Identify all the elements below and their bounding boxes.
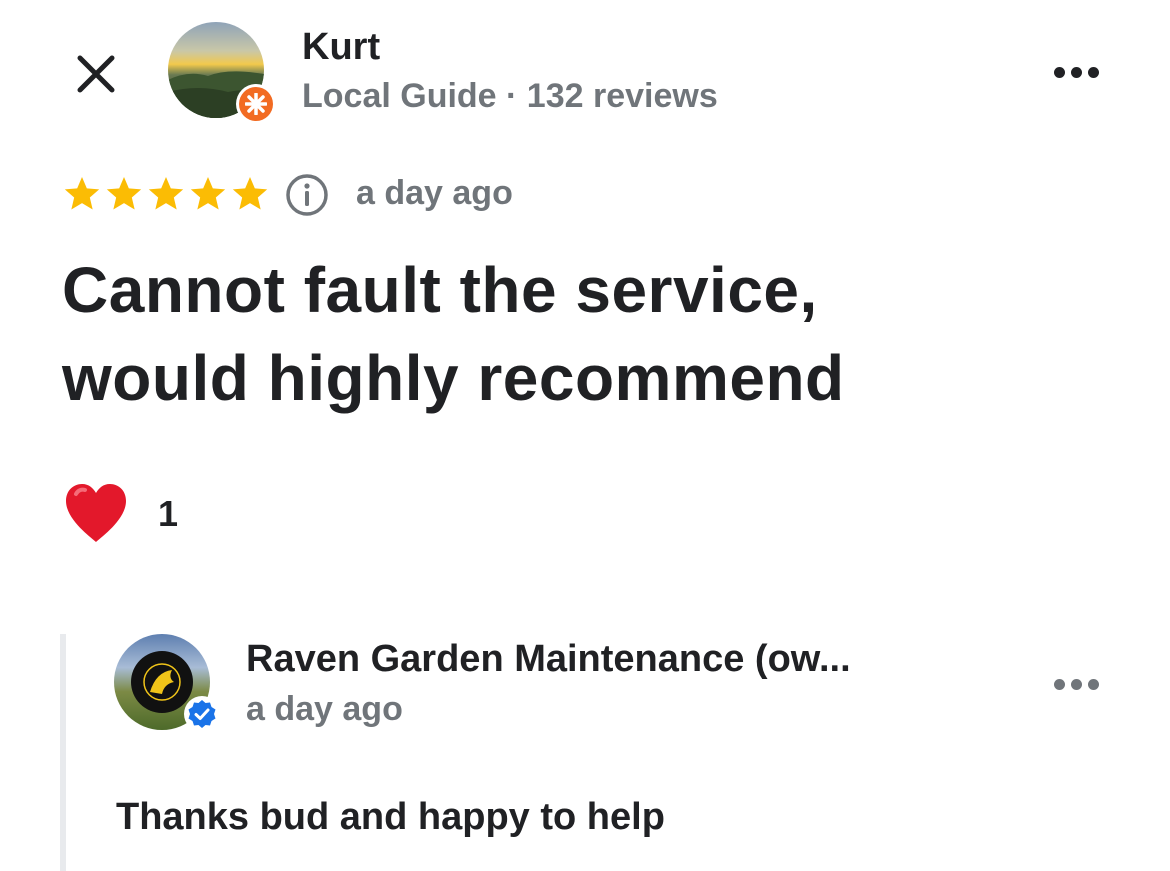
more-dot [1070, 678, 1082, 690]
review-text-line: would highly recommend [62, 342, 845, 414]
owner-reply-text: Thanks bud and happy to help [116, 796, 665, 838]
star-icon [148, 177, 184, 210]
more-dot [1087, 66, 1099, 78]
review-text-line: Cannot fault the service, [62, 254, 818, 326]
review-text: Cannot fault the service, would highly r… [62, 246, 1062, 422]
owner-reply-date: a day ago [246, 690, 403, 728]
star-rating [62, 174, 270, 214]
more-dot [1070, 66, 1082, 78]
more-dot [1053, 66, 1065, 78]
owner-avatar[interactable] [114, 634, 220, 732]
review-more-options-button[interactable] [1044, 54, 1108, 90]
reaction-count: 1 [158, 493, 179, 534]
reaction-button[interactable]: 1 [62, 480, 178, 548]
star-icon [190, 177, 226, 210]
review-date: a day ago [356, 174, 513, 212]
more-dot [1087, 678, 1099, 690]
reviewer-avatar[interactable] [168, 22, 276, 124]
star-icon [106, 177, 142, 210]
star-icon [64, 177, 100, 210]
verified-check-icon [188, 700, 216, 728]
star-icon [232, 177, 268, 210]
info-button[interactable] [285, 173, 329, 217]
verified-badge [184, 696, 220, 732]
reviewer-name[interactable]: Kurt [302, 26, 380, 69]
reply-more-options-button[interactable] [1044, 668, 1108, 700]
owner-name[interactable]: Raven Garden Maintenance (ow... [246, 638, 851, 681]
info-icon [286, 174, 328, 216]
local-guide-badge [236, 84, 276, 124]
reviewer-meta: Local Guide · 132 reviews [302, 77, 718, 115]
review-detail-page: Kurt Local Guide · 132 reviews a day ago… [0, 0, 1170, 871]
close-icon [77, 55, 115, 93]
local-guide-star-icon [245, 93, 267, 115]
reply-divider-bar [60, 634, 66, 871]
owner-logo [131, 651, 193, 713]
close-button[interactable] [66, 44, 126, 104]
heart-icon [66, 484, 126, 542]
more-dot [1053, 678, 1065, 690]
